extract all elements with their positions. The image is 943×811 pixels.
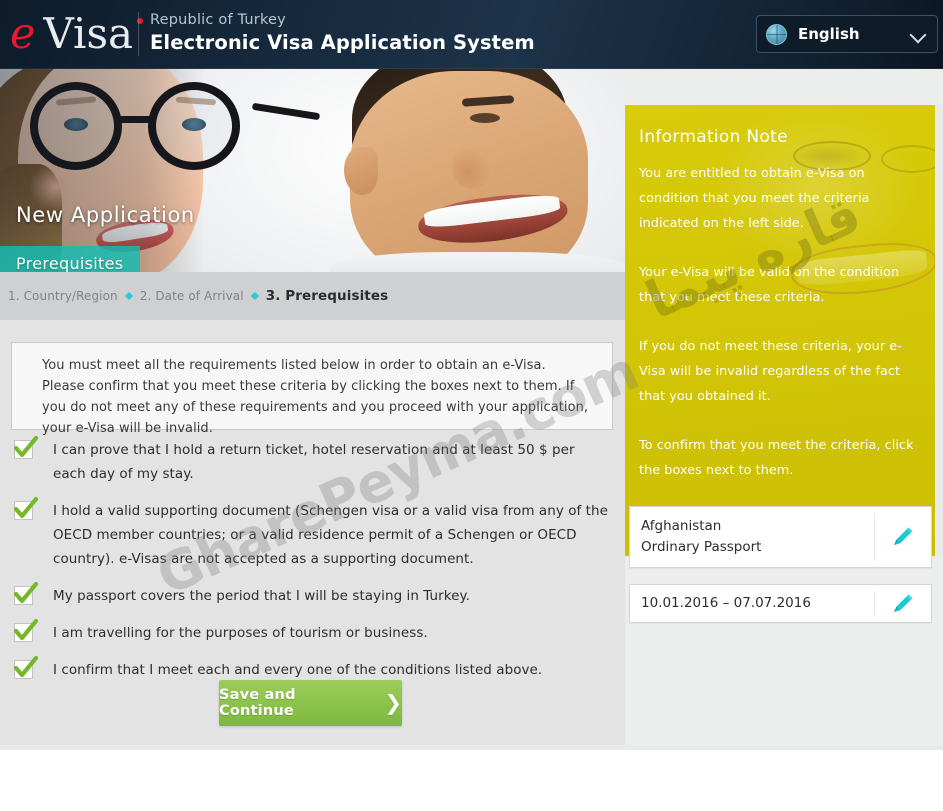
footer-strip bbox=[0, 745, 943, 750]
evisa-logo: e Visa bbox=[10, 8, 143, 59]
man-nose bbox=[452, 147, 492, 189]
checklist-item[interactable]: I hold a valid supporting document (Sche… bbox=[0, 496, 625, 571]
prerequisites-checklist: I can prove that I hold a return ticket,… bbox=[0, 435, 625, 695]
checklist-item-label: I confirm that I meet each and every one… bbox=[53, 662, 543, 678]
page-root: e Visa Republic of Turkey Electronic Vis… bbox=[0, 0, 943, 811]
pencil-icon bbox=[894, 593, 913, 612]
breadcrumb-step-date[interactable]: 2. Date of Arrival bbox=[140, 289, 244, 303]
information-note-body: You are entitled to obtain e-Visa on con… bbox=[639, 161, 923, 507]
globe-icon bbox=[766, 23, 787, 45]
header-subtitle: Republic of Turkey bbox=[150, 12, 286, 28]
panel-edge bbox=[935, 105, 943, 556]
header-divider bbox=[138, 12, 139, 56]
breadcrumb-step-prerequisites[interactable]: 3. Prerequisites bbox=[266, 288, 389, 304]
breadcrumb: 1. Country/Region 2. Date of Arrival 3. … bbox=[0, 272, 625, 320]
checklist-item-label: I am travelling for the purposes of tour… bbox=[53, 625, 428, 641]
logo-visa-word: Visa bbox=[43, 9, 134, 58]
checklist-item-label: My passport covers the period that I wil… bbox=[53, 588, 470, 604]
arrow-right-icon: ❯ bbox=[384, 690, 402, 715]
checklist-item-label: I hold a valid supporting document (Sche… bbox=[53, 503, 608, 567]
checklist-item[interactable]: My passport covers the period that I wil… bbox=[0, 581, 625, 608]
information-note-paragraph: Your e-Visa will be valid on the conditi… bbox=[639, 265, 900, 305]
notice-text: You must meet all the requirements liste… bbox=[42, 358, 589, 436]
save-and-continue-button[interactable]: Save and Continue ❯ bbox=[219, 680, 402, 726]
language-selector[interactable]: English bbox=[756, 15, 938, 53]
checkbox-confirm-conditions[interactable] bbox=[13, 655, 39, 679]
man-shirt bbox=[330, 252, 625, 272]
glasses-temple bbox=[251, 102, 321, 121]
man-ear bbox=[344, 147, 378, 195]
main-content: You must meet all the requirements liste… bbox=[0, 320, 625, 745]
edit-country-button[interactable] bbox=[875, 524, 931, 550]
breadcrumb-separator-icon bbox=[250, 291, 259, 300]
information-note-title: Information Note bbox=[639, 127, 788, 147]
information-note-paragraph: To confirm that you meet the criteria, c… bbox=[639, 438, 914, 478]
man-eye bbox=[470, 113, 500, 123]
breadcrumb-step-country[interactable]: 1. Country/Region bbox=[8, 289, 118, 303]
checkbox-travel-purpose[interactable] bbox=[13, 618, 39, 642]
country-value: Afghanistan bbox=[641, 518, 722, 534]
app-header: e Visa Republic of Turkey Electronic Vis… bbox=[0, 0, 943, 69]
checklist-item-label: I can prove that I hold a return ticket,… bbox=[53, 442, 575, 482]
save-button-label: Save and Continue bbox=[219, 687, 296, 719]
page-title: New Application bbox=[16, 203, 195, 227]
hero-step-tab: Prerequisites bbox=[0, 246, 140, 272]
checklist-item[interactable]: I confirm that I meet each and every one… bbox=[0, 655, 625, 682]
checkbox-supporting-document[interactable] bbox=[13, 496, 39, 520]
date-summary-card: 10.01.2016 – 07.07.2016 bbox=[629, 584, 932, 623]
checklist-item[interactable]: I am travelling for the purposes of tour… bbox=[0, 618, 625, 645]
information-note-paragraph: If you do not meet these criteria, your … bbox=[639, 339, 902, 404]
checkbox-passport-validity[interactable] bbox=[13, 581, 39, 605]
header-title: Electronic Visa Application System bbox=[150, 31, 535, 54]
date-summary-text: 10.01.2016 – 07.07.2016 bbox=[630, 593, 874, 614]
country-summary-text: Afghanistan Ordinary Passport bbox=[630, 516, 874, 558]
logo-e-letter: e bbox=[10, 8, 35, 59]
notice-box: You must meet all the requirements liste… bbox=[11, 342, 613, 436]
hero-banner: New Application Prerequisites bbox=[0, 69, 625, 272]
language-label: English bbox=[798, 25, 860, 43]
passport-type-value: Ordinary Passport bbox=[641, 539, 762, 555]
breadcrumb-separator-icon bbox=[124, 291, 134, 300]
information-note-paragraph: You are entitled to obtain e-Visa on con… bbox=[639, 166, 870, 231]
edit-date-button[interactable] bbox=[875, 591, 931, 617]
header-titles: Republic of Turkey Electronic Visa Appli… bbox=[150, 11, 535, 55]
checkbox-return-ticket[interactable] bbox=[13, 435, 39, 459]
hero-overlay bbox=[0, 69, 205, 272]
right-sidebar: Information Note You are entitled to obt… bbox=[625, 69, 943, 745]
checklist-item[interactable]: I can prove that I hold a return ticket,… bbox=[0, 435, 625, 486]
information-note-panel: Information Note You are entitled to obt… bbox=[625, 105, 935, 556]
country-summary-card: Afghanistan Ordinary Passport bbox=[629, 506, 932, 568]
hero-step-tab-label: Prerequisites bbox=[16, 254, 124, 272]
pencil-icon bbox=[894, 527, 913, 545]
date-range-value: 10.01.2016 – 07.07.2016 bbox=[641, 595, 811, 611]
chevron-down-icon bbox=[911, 27, 926, 42]
